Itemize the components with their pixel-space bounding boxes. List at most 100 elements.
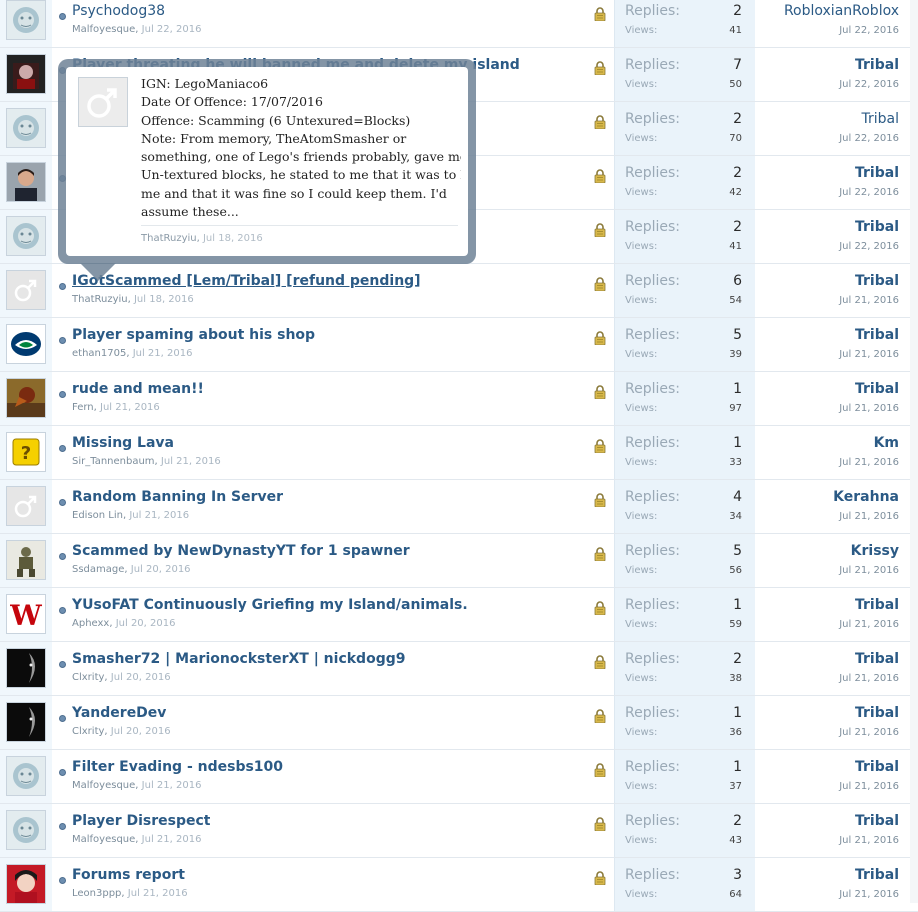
thread-author-link[interactable]: Clxrity bbox=[72, 726, 104, 737]
thread-row[interactable]: W YUsoFAT Continuously Griefing my Islan… bbox=[0, 588, 918, 642]
last-post-date-link[interactable]: Jul 21, 2016 bbox=[839, 295, 899, 306]
male-default-icon[interactable] bbox=[6, 486, 46, 526]
thread-title-link[interactable]: IGotScammed [Lem/Tribal] [refund pending… bbox=[72, 273, 421, 289]
bird-icon[interactable] bbox=[6, 378, 46, 418]
thread-author-link[interactable]: Aphexx bbox=[72, 618, 109, 629]
last-post-user-link[interactable]: Tribal bbox=[855, 381, 899, 397]
thread-title-link[interactable]: Filter Evading - ndesbs100 bbox=[72, 759, 283, 775]
last-post-date-link[interactable]: Jul 21, 2016 bbox=[839, 781, 899, 792]
thread-row[interactable]: Psychodog38 Malfoyesque, Jul 22, 2016 Re… bbox=[0, 0, 918, 48]
last-post-date-link[interactable]: Jul 22, 2016 bbox=[839, 241, 899, 252]
replies-label: Replies: bbox=[625, 273, 681, 289]
last-post-user-link[interactable]: RobloxianRoblox bbox=[784, 3, 899, 19]
last-post-user-link[interactable]: Tribal bbox=[862, 111, 900, 127]
thread-row[interactable]: rude and mean!! Fern, Jul 21, 2016 Repli… bbox=[0, 372, 918, 426]
last-post-date-link[interactable]: Jul 21, 2016 bbox=[839, 673, 899, 684]
last-post-date-link[interactable]: Jul 21, 2016 bbox=[839, 457, 899, 468]
thread-author-link[interactable]: Leon3ppp bbox=[72, 888, 121, 899]
last-post-date-link[interactable]: Jul 21, 2016 bbox=[839, 403, 899, 414]
thread-row[interactable]: Filter Evading - ndesbs100 Malfoyesque, … bbox=[0, 750, 918, 804]
thread-title-link[interactable]: YUsoFAT Continuously Griefing my Island/… bbox=[72, 597, 468, 613]
thread-author-link[interactable]: Malfoyesque bbox=[72, 780, 135, 791]
views-count: 37 bbox=[729, 781, 742, 792]
last-post-cell bbox=[755, 696, 910, 749]
last-post-user-link[interactable]: Tribal bbox=[855, 867, 899, 883]
thread-title-link[interactable]: rude and mean!! bbox=[72, 381, 204, 397]
thread-title-link[interactable]: Player spaming about his shop bbox=[72, 327, 315, 343]
thread-row[interactable]: Scammed by NewDynastyYT for 1 spawner Ss… bbox=[0, 534, 918, 588]
last-post-user-link[interactable]: Km bbox=[874, 435, 899, 451]
last-post-user-link[interactable]: Tribal bbox=[855, 597, 899, 613]
thread-title-link[interactable]: Smasher72 | MarionocksterXT | nickdogg9 bbox=[72, 651, 405, 667]
thread-title-link[interactable]: YandereDev bbox=[72, 705, 166, 721]
dark-character-icon[interactable] bbox=[6, 54, 46, 94]
thread-row[interactable]: Forums report Leon3ppp, Jul 21, 2016 Rep… bbox=[0, 858, 918, 912]
last-post-user-link[interactable]: Tribal bbox=[855, 813, 899, 829]
wisconsin-w-icon[interactable]: W bbox=[6, 594, 46, 634]
last-post-date-link[interactable]: Jul 22, 2016 bbox=[839, 187, 899, 198]
tooltip-author[interactable]: ThatRuzyiu bbox=[141, 233, 197, 244]
lion-icon[interactable] bbox=[6, 216, 46, 256]
thread-author-link[interactable]: Sir_Tannenbaum bbox=[72, 456, 155, 467]
thread-author-link[interactable]: ethan1705 bbox=[72, 348, 126, 359]
last-post-user-link[interactable]: Tribal bbox=[855, 219, 899, 235]
scrollbar[interactable] bbox=[910, 0, 918, 903]
dark-face-icon[interactable] bbox=[6, 648, 46, 688]
thread-author-link[interactable]: Malfoyesque bbox=[72, 24, 135, 35]
last-post-date-link[interactable]: Jul 21, 2016 bbox=[839, 619, 899, 630]
thread-row[interactable]: Player spaming about his shop ethan1705,… bbox=[0, 318, 918, 372]
vancouver-logo-icon[interactable] bbox=[6, 324, 46, 364]
replies-label: Replies: bbox=[625, 489, 681, 505]
thread-row[interactable]: Player Disrespect Malfoyesque, Jul 21, 2… bbox=[0, 804, 918, 858]
last-post-cell bbox=[755, 534, 910, 587]
thread-title-link[interactable]: Missing Lava bbox=[72, 435, 174, 451]
last-post-date-link[interactable]: Jul 21, 2016 bbox=[839, 511, 899, 522]
thread-row[interactable]: Smasher72 | MarionocksterXT | nickdogg9 … bbox=[0, 642, 918, 696]
soldier-icon[interactable] bbox=[6, 540, 46, 580]
last-post-user-link[interactable]: Tribal bbox=[855, 759, 899, 775]
thread-author-link[interactable]: Edison Lin bbox=[72, 510, 123, 521]
thread-title-link[interactable]: Psychodog38 bbox=[72, 3, 165, 19]
thread-author-link[interactable]: Malfoyesque bbox=[72, 834, 135, 845]
last-post-user-link[interactable]: Krissy bbox=[851, 543, 899, 559]
thread-row[interactable]: Random Banning In Server Edison Lin, Jul… bbox=[0, 480, 918, 534]
last-post-date-link[interactable]: Jul 21, 2016 bbox=[839, 349, 899, 360]
last-post-date-link[interactable]: Jul 22, 2016 bbox=[839, 25, 899, 36]
thread-title-link[interactable]: Player Disrespect bbox=[72, 813, 210, 829]
thread-title-link[interactable]: Forums report bbox=[72, 867, 185, 883]
last-post-date-link[interactable]: Jul 21, 2016 bbox=[839, 727, 899, 738]
person-photo-icon[interactable] bbox=[6, 162, 46, 202]
anime-character-icon[interactable] bbox=[6, 864, 46, 904]
last-post-date-link[interactable]: Jul 21, 2016 bbox=[839, 565, 899, 576]
lion-icon[interactable] bbox=[6, 108, 46, 148]
dark-face-icon[interactable] bbox=[6, 702, 46, 742]
last-post-user-link[interactable]: Tribal bbox=[855, 273, 899, 289]
male-default-icon[interactable] bbox=[6, 270, 46, 310]
last-post-date-link[interactable]: Jul 21, 2016 bbox=[839, 835, 899, 846]
thread-row[interactable]: ? Missing Lava Sir_Tannenbaum, Jul 21, 2… bbox=[0, 426, 918, 480]
lion-icon[interactable] bbox=[6, 0, 46, 40]
last-post-user-link[interactable]: Tribal bbox=[855, 57, 899, 73]
question-block-icon[interactable]: ? bbox=[6, 432, 46, 472]
last-post-user-link[interactable]: Tribal bbox=[855, 327, 899, 343]
last-post-date-link[interactable]: Jul 21, 2016 bbox=[839, 889, 899, 900]
thread-title-link[interactable]: Scammed by NewDynastyYT for 1 spawner bbox=[72, 543, 410, 559]
thread-title-link[interactable]: Random Banning In Server bbox=[72, 489, 283, 505]
thread-stats-cell bbox=[614, 804, 755, 857]
thread-row[interactable]: YandereDev Clxrity, Jul 20, 2016 Replies… bbox=[0, 696, 918, 750]
last-post-user-link[interactable]: Tribal bbox=[855, 165, 899, 181]
thread-author-link[interactable]: Fern bbox=[72, 402, 94, 413]
last-post-user-link[interactable]: Kerahna bbox=[833, 489, 899, 505]
thread-row[interactable]: IGotScammed [Lem/Tribal] [refund pending… bbox=[0, 264, 918, 318]
lion-icon[interactable] bbox=[6, 756, 46, 796]
last-post-date-link[interactable]: Jul 22, 2016 bbox=[839, 133, 899, 144]
last-post-user-link[interactable]: Tribal bbox=[855, 651, 899, 667]
thread-author-link[interactable]: ThatRuzyiu bbox=[72, 294, 128, 305]
lion-icon[interactable] bbox=[6, 810, 46, 850]
last-post-date-link[interactable]: Jul 22, 2016 bbox=[839, 79, 899, 90]
views-count: 54 bbox=[729, 295, 742, 306]
thread-main-cell bbox=[52, 318, 614, 371]
thread-author-link[interactable]: Ssdamage bbox=[72, 564, 124, 575]
thread-author-link[interactable]: Clxrity bbox=[72, 672, 104, 683]
last-post-user-link[interactable]: Tribal bbox=[855, 705, 899, 721]
